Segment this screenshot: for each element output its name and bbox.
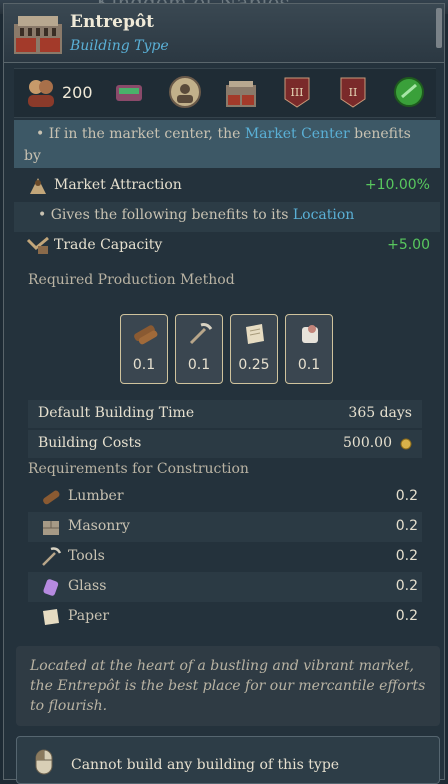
flavor-text: Located at the heart of a bustling and v… (30, 658, 426, 714)
building-icon[interactable] (224, 75, 258, 109)
gold-coin-icon (400, 438, 412, 450)
masonry-icon (43, 521, 59, 535)
production-input-paper[interactable]: 0.25 (230, 314, 278, 384)
trade-capacity-label: Trade Capacity (54, 237, 163, 253)
production-input-value: 0.1 (297, 357, 321, 373)
requirements-label: Requirements for Construction (28, 461, 249, 477)
trade-capacity-icon (26, 236, 49, 254)
market-condition-wrap: by (24, 148, 41, 164)
requirement-row-tools: Tools 0.2 (28, 542, 422, 572)
cloth-icon (302, 325, 318, 343)
requirement-row-lumber: Lumber 0.2 (28, 482, 422, 512)
requirement-value: 0.2 (395, 608, 418, 624)
building-time-label: Default Building Time (38, 405, 195, 421)
building-title: Entrepôt (70, 12, 155, 32)
svg-text:II: II (349, 86, 358, 99)
tools-icon (189, 323, 213, 345)
market-center-link[interactable]: Market Center (245, 126, 350, 142)
build-status-text: Cannot build any building of this type (71, 757, 340, 773)
requirement-value: 0.2 (395, 518, 418, 534)
location-link[interactable]: Location (293, 207, 354, 223)
trade-goods-icon[interactable] (112, 75, 146, 109)
tools-icon (42, 547, 62, 566)
building-icon-bar: 200 III II (14, 68, 436, 118)
panel-edge-handle (436, 8, 442, 48)
production-input-value: 0.25 (238, 357, 270, 373)
market-attraction-icon (30, 178, 46, 194)
building-cost-value: 500.00 (343, 435, 392, 451)
tooltip-header: Entrepôt Building Type (4, 4, 444, 63)
building-time-value: 365 days (348, 405, 412, 421)
requirement-name: Tools (68, 548, 105, 564)
requirement-name: Lumber (68, 488, 124, 504)
requirement-row-paper: Paper 0.2 (28, 602, 422, 632)
requirement-value: 0.2 (395, 578, 418, 594)
building-cost-row: Building Costs 500.00 (28, 430, 422, 458)
building-tooltip-panel: Entrepôt Building Type 200 III II • If i… (3, 3, 445, 784)
production-input-tools[interactable]: 0.1 (175, 314, 223, 384)
requirement-row-masonry: Masonry 0.2 (28, 512, 422, 542)
market-attraction-label: Market Attraction (54, 177, 182, 193)
market-attraction-value: +10.00% (364, 177, 430, 193)
population-icon[interactable] (24, 75, 58, 109)
market-condition-text: • If in the market center, the Market Ce… (36, 126, 411, 142)
lumber-icon (43, 490, 60, 505)
requirement-name: Paper (68, 608, 110, 624)
advisor-portrait-icon[interactable] (168, 75, 202, 109)
production-input-lumber[interactable]: 0.1 (120, 314, 168, 384)
production-input-value: 0.1 (132, 357, 156, 373)
trade-capacity-value: +5.00 (387, 237, 430, 253)
requirement-row-glass: Glass 0.2 (28, 572, 422, 602)
paper-icon (43, 609, 59, 625)
building-cost-label: Building Costs (38, 435, 142, 451)
requirement-value: 0.2 (395, 488, 418, 504)
requirement-name: Glass (68, 578, 107, 594)
population-value: 200 (62, 83, 93, 102)
production-input-value: 0.1 (187, 357, 211, 373)
requirement-name: Masonry (68, 518, 130, 534)
production-input-cloth[interactable]: 0.1 (285, 314, 333, 384)
green-seal-icon[interactable] (392, 75, 426, 109)
svg-text:III: III (290, 86, 303, 99)
building-subtitle: Building Type (70, 38, 169, 54)
production-method-label: Required Production Method (28, 272, 235, 288)
mouse-icon (35, 749, 53, 775)
tier-two-icon[interactable]: II (336, 75, 370, 109)
location-condition-text: • Gives the following benefits to its Lo… (38, 207, 355, 223)
lumber-icon (134, 325, 158, 345)
tier-three-icon[interactable]: III (280, 75, 314, 109)
build-status-footer: Cannot build any building of this type (16, 736, 440, 784)
glass-icon (43, 579, 59, 596)
building-time-row: Default Building Time 365 days (28, 400, 422, 428)
requirement-value: 0.2 (395, 548, 418, 564)
flavor-description: Located at the heart of a bustling and v… (16, 646, 440, 726)
entrepot-building-icon (14, 16, 62, 54)
paper-icon (246, 324, 264, 344)
